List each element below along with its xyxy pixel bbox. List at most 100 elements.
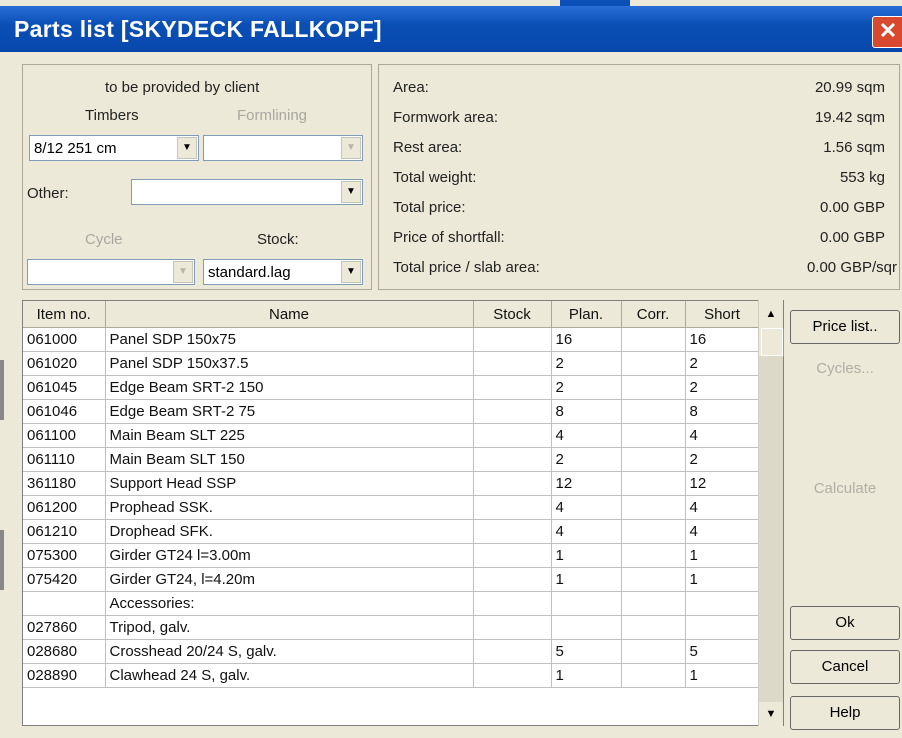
table-cell: [621, 495, 686, 520]
table-row[interactable]: 028890 Clawhead 24 S, galv. 1 1: [23, 663, 760, 688]
calculate-button[interactable]: Calculate: [790, 472, 900, 506]
table-row[interactable]: 075420 Girder GT24, l=4.20m 1 1: [23, 567, 760, 592]
table-cell: Support Head SSP: [105, 471, 474, 496]
timbers-select[interactable]: 8/12 251 cm ▼: [29, 135, 199, 161]
table-cell: 061100: [23, 423, 106, 448]
formlining-select[interactable]: ▼: [203, 135, 363, 161]
client-group: to be provided by client Timbers Formlin…: [22, 64, 372, 290]
table-cell: [473, 399, 552, 424]
table-cell: [621, 567, 686, 592]
column-header[interactable]: Stock: [473, 301, 552, 328]
stock-value: standard.lag: [208, 264, 291, 281]
stock-label: Stock:: [257, 231, 299, 248]
parts-list-dialog: Parts list [SKYDECK FALLKOPF] ✕ to be pr…: [0, 0, 902, 738]
table-row[interactable]: 061045 Edge Beam SRT-2 150 2 2: [23, 375, 760, 400]
table-cell: Girder GT24, l=4.20m: [105, 567, 474, 592]
cancel-button[interactable]: Cancel: [790, 650, 900, 684]
close-button[interactable]: ✕: [872, 16, 902, 48]
price-list-button[interactable]: Price list..: [790, 310, 900, 344]
column-header[interactable]: Item no.: [23, 301, 106, 328]
vertical-scrollbar[interactable]: ▲ ▼: [758, 300, 783, 726]
table-cell: [473, 471, 552, 496]
chevron-down-icon[interactable]: ▼: [173, 261, 193, 283]
table-cell: [685, 615, 760, 640]
table-cell: [551, 591, 622, 616]
table-cell: Edge Beam SRT-2 75: [105, 399, 474, 424]
table-cell: 1: [685, 543, 760, 568]
column-header[interactable]: Corr.: [621, 301, 686, 328]
table-row[interactable]: 027860 Tripod, galv.: [23, 615, 760, 640]
table-row[interactable]: 061020 Panel SDP 150x37.5 2 2: [23, 351, 760, 376]
table-cell: 4: [551, 495, 622, 520]
stock-select[interactable]: standard.lag ▼: [203, 259, 363, 285]
table-cell: 1: [551, 567, 622, 592]
scroll-down-icon[interactable]: ▼: [759, 702, 783, 726]
table-row[interactable]: 061210 Drophead SFK. 4 4: [23, 519, 760, 544]
client-header: to be provided by client: [105, 79, 260, 96]
scroll-track[interactable]: [759, 356, 783, 702]
table-cell: [685, 591, 760, 616]
column-header[interactable]: Short: [685, 301, 760, 328]
table-cell: 028890: [23, 663, 106, 688]
table-cell: 075420: [23, 567, 106, 592]
table-row[interactable]: 061110 Main Beam SLT 150 2 2: [23, 447, 760, 472]
column-header[interactable]: Name: [105, 301, 474, 328]
table-cell: [621, 375, 686, 400]
table-cell: [621, 447, 686, 472]
table-cell: [23, 591, 106, 616]
cycle-select[interactable]: ▼: [27, 259, 195, 285]
table-cell: [621, 327, 686, 352]
chevron-down-icon[interactable]: ▼: [177, 137, 197, 159]
table-cell: 2: [685, 447, 760, 472]
window-title: Parts list [SKYDECK FALLKOPF]: [14, 16, 382, 42]
table-cell: 028680: [23, 639, 106, 664]
table-cell: Prophead SSK.: [105, 495, 474, 520]
total-weight-value: 553 kg: [839, 169, 885, 186]
cycle-label: Cycle: [85, 231, 123, 248]
chevron-down-icon[interactable]: ▼: [341, 181, 361, 203]
table-row[interactable]: 028680 Crosshead 20/24 S, galv. 5 5: [23, 639, 760, 664]
total-price-label: Total price:: [393, 199, 466, 216]
parts-table[interactable]: Item no. Name Stock Plan. Corr. Short 06…: [22, 300, 784, 726]
other-label: Other:: [27, 185, 69, 202]
table-row[interactable]: 061000 Panel SDP 150x75 16 16: [23, 327, 760, 352]
table-cell: 1: [685, 567, 760, 592]
table-cell: 16: [551, 327, 622, 352]
column-header[interactable]: Plan.: [551, 301, 622, 328]
other-select[interactable]: ▼: [131, 179, 363, 205]
scroll-thumb[interactable]: [761, 328, 783, 356]
table-cell: [473, 423, 552, 448]
timbers-label: Timbers: [85, 107, 139, 124]
table-cell: 2: [551, 351, 622, 376]
area-label: Area:: [393, 79, 429, 96]
table-cell: [473, 447, 552, 472]
table-row[interactable]: 061100 Main Beam SLT 225 4 4: [23, 423, 760, 448]
table-row[interactable]: 061200 Prophead SSK. 4 4: [23, 495, 760, 520]
chevron-down-icon[interactable]: ▼: [341, 261, 361, 283]
table-cell: 5: [551, 639, 622, 664]
timbers-value: 8/12 251 cm: [34, 140, 117, 157]
table-cell: Drophead SFK.: [105, 519, 474, 544]
table-cell: [473, 639, 552, 664]
ok-button[interactable]: Ok: [790, 606, 900, 640]
table-cell: Edge Beam SRT-2 150: [105, 375, 474, 400]
table-cell: [621, 639, 686, 664]
total-weight-label: Total weight:: [393, 169, 477, 186]
title-bar[interactable]: Parts list [SKYDECK FALLKOPF] ✕: [0, 6, 902, 52]
help-button[interactable]: Help: [790, 696, 900, 730]
table-cell: 8: [551, 399, 622, 424]
table-row[interactable]: 061046 Edge Beam SRT-2 75 8 8: [23, 399, 760, 424]
table-row[interactable]: 361180 Support Head SSP 12 12: [23, 471, 760, 496]
price-per-area-value: 0.00 GBP/sqr: [806, 259, 897, 276]
table-cell: 12: [685, 471, 760, 496]
table-row[interactable]: 075300 Girder GT24 l=3.00m 1 1: [23, 543, 760, 568]
table-row[interactable]: Accessories:: [23, 591, 760, 616]
scroll-up-icon[interactable]: ▲: [759, 302, 783, 326]
table-cell: [621, 543, 686, 568]
cycles-button[interactable]: Cycles...: [790, 352, 900, 386]
table-cell: [621, 615, 686, 640]
table-cell: Girder GT24 l=3.00m: [105, 543, 474, 568]
chevron-down-icon[interactable]: ▼: [341, 137, 361, 159]
table-cell: [473, 663, 552, 688]
table-cell: 4: [685, 519, 760, 544]
